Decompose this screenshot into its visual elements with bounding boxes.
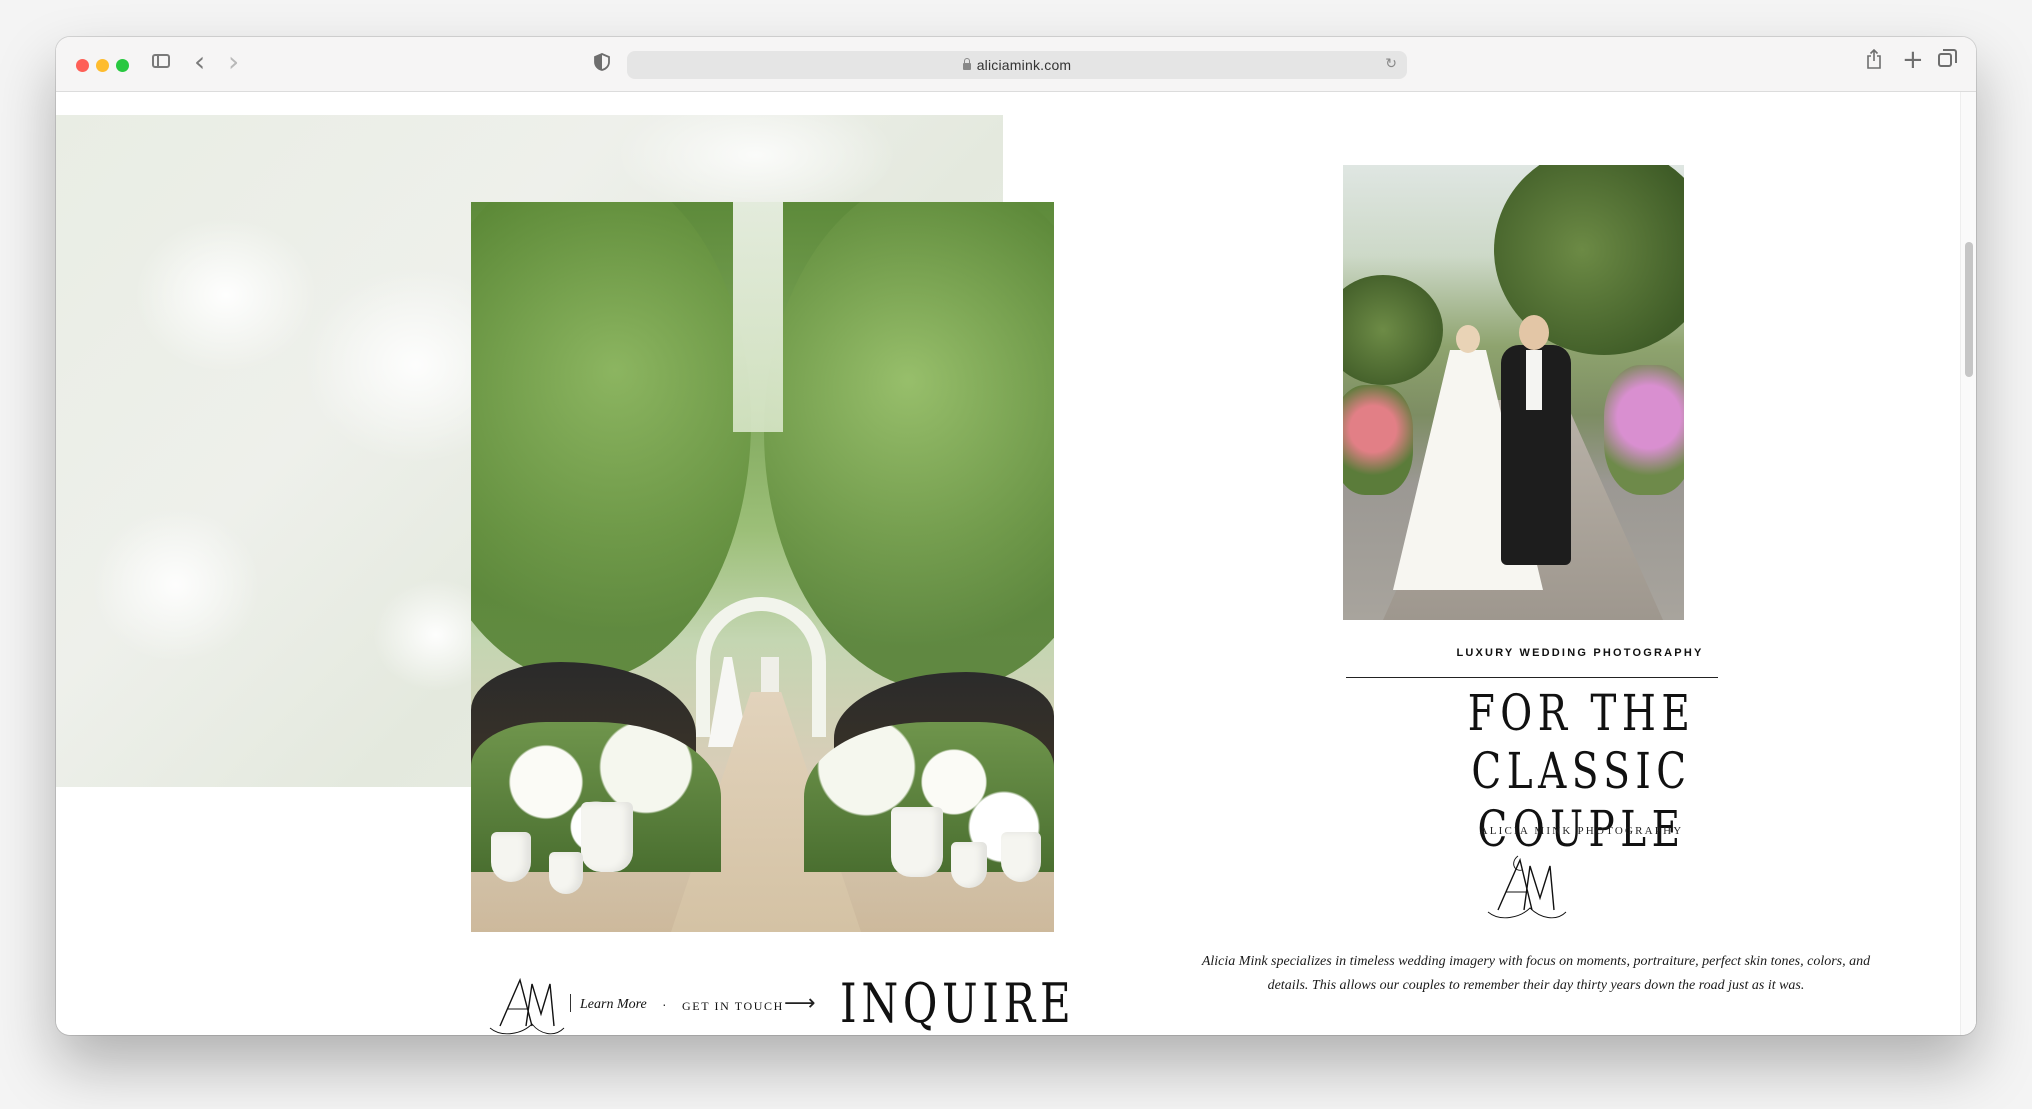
- share-icon[interactable]: [1866, 49, 1882, 69]
- page-title-line-1: FOR THE: [1467, 684, 1696, 742]
- plus-icon[interactable]: +: [1902, 46, 1924, 74]
- scrollbar[interactable]: [1960, 92, 1976, 1035]
- get-in-touch-link[interactable]: GET IN TOUCH: [682, 999, 784, 1014]
- intro-paragraph: Alicia Mink specializes in timeless wedd…: [1201, 954, 1871, 993]
- divider: [1346, 677, 1718, 678]
- minimize-window-button[interactable]: [96, 59, 109, 72]
- tabs-overview-icon[interactable]: [1938, 49, 1957, 67]
- arrow-right-icon[interactable]: ⟶: [784, 991, 816, 1016]
- section-kicker: LUXURY WEDDING PHOTOGRAPHY: [1456, 647, 1704, 659]
- reload-icon[interactable]: ↻: [1385, 56, 1397, 72]
- learn-more-link[interactable]: Learn More: [580, 997, 647, 1013]
- page-title-line-2: CLASSIC COUPLE: [1471, 742, 1692, 858]
- chevron-right-icon[interactable]: ›: [228, 48, 239, 76]
- cta-separator: ·: [662, 996, 667, 1012]
- shield-icon[interactable]: [594, 53, 610, 71]
- ceremony-photo: [471, 202, 1054, 932]
- chevron-left-icon[interactable]: ‹: [194, 48, 205, 76]
- address-bar[interactable]: aliciamink.com ↻: [627, 51, 1407, 79]
- browser-window: ‹ › aliciamink.com ↻ + LUXURY WEDDING PH…: [56, 37, 1976, 1035]
- address-bar-text-wrap: aliciamink.com: [627, 57, 1407, 73]
- inquire-link[interactable]: INQUIRE: [840, 972, 1075, 1035]
- zoom-window-button[interactable]: [116, 59, 129, 72]
- page-content: LUXURY WEDDING PHOTOGRAPHY FOR THE CLASS…: [56, 92, 1976, 1035]
- browser-toolbar: ‹ › aliciamink.com ↻ +: [56, 37, 1976, 92]
- cta-divider: [570, 994, 571, 1012]
- monogram-logo: [1487, 855, 1567, 919]
- url-text: aliciamink.com: [976, 57, 1072, 73]
- lock-icon: [962, 58, 971, 70]
- couple-photo: [1343, 165, 1684, 620]
- monogram-logo-small[interactable]: [488, 972, 566, 1035]
- cta-row: Learn More · GET IN TOUCH ⟶ INQUIRE: [488, 972, 1088, 1035]
- close-window-button[interactable]: [76, 59, 89, 72]
- brand-subtitle: ALICIA MINK PHOTOGRAPHY: [1479, 825, 1684, 837]
- sidebar-icon[interactable]: [152, 54, 170, 68]
- scrollbar-thumb[interactable]: [1965, 242, 1973, 377]
